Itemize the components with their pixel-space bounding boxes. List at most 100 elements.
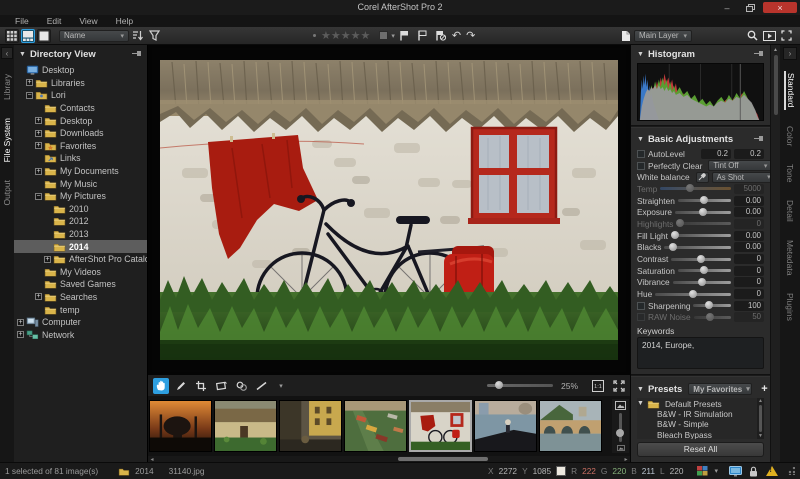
expand-plus-icon[interactable]: + xyxy=(35,167,42,175)
collapse-triangle-icon[interactable]: ▼ xyxy=(19,51,26,58)
straighten-slider[interactable] xyxy=(677,196,731,205)
tab-library[interactable]: Library xyxy=(2,74,12,100)
straighten-crop-tool-button[interactable] xyxy=(213,378,229,394)
sharpening-slider-knob[interactable] xyxy=(705,301,714,310)
perfectly-clear-checkbox[interactable] xyxy=(637,161,645,170)
autolevel-value-1[interactable]: 0.2 xyxy=(701,148,731,159)
tree-item-temp[interactable]: temp xyxy=(14,303,147,316)
tree-item-2012[interactable]: 2012 xyxy=(14,215,147,228)
contrast-slider-knob[interactable] xyxy=(697,254,706,263)
add-preset-button[interactable]: + xyxy=(761,383,767,395)
autolevel-value-2[interactable]: 0.2 xyxy=(734,148,764,159)
crop-tool-button[interactable] xyxy=(193,378,209,394)
pin-icon[interactable] xyxy=(754,134,764,145)
lock-status-button[interactable] xyxy=(747,465,760,477)
collapse-left-panel-button[interactable]: ‹ xyxy=(1,47,13,59)
preset-item-default-presets[interactable]: ▼ Default Presets xyxy=(637,398,764,409)
undo-button[interactable]: ↶ xyxy=(452,30,461,41)
expand-plus-icon[interactable]: + xyxy=(35,293,42,301)
tree-item-desktop[interactable]: Desktop xyxy=(14,64,147,77)
contrast-slider[interactable] xyxy=(671,254,731,263)
copy-settings-button[interactable] xyxy=(619,29,632,42)
grid-view-button[interactable] xyxy=(5,28,19,43)
collapse-triangle-icon[interactable]: ▼ xyxy=(637,386,644,393)
highlights-slider-knob[interactable] xyxy=(675,219,684,228)
flag-pick-button[interactable] xyxy=(398,29,411,42)
filmstrip-thumb-canal-market[interactable] xyxy=(344,400,407,452)
star-icon[interactable]: ★ xyxy=(331,30,341,42)
tab-tone[interactable]: Tone xyxy=(785,162,795,184)
star-icon[interactable]: ★ xyxy=(361,30,371,42)
tree-item-aftershot-pro-catalogs[interactable]: + AfterShot Pro Catalogs xyxy=(14,253,147,266)
preset-scrollbar[interactable]: ▲ ▼ xyxy=(757,398,764,440)
exposure-slider-knob[interactable] xyxy=(699,207,708,216)
collapse-triangle-icon[interactable]: ▼ xyxy=(637,51,644,58)
expand-plus-icon[interactable]: + xyxy=(35,129,42,137)
tree-item-libraries[interactable]: + Libraries xyxy=(14,77,147,90)
tree-item-my-pictures[interactable]: − My Pictures xyxy=(14,190,147,203)
color-label-swatch[interactable] xyxy=(379,31,389,40)
layer-selector-dropdown[interactable]: Main Layer ▾ xyxy=(634,29,692,42)
collapse-minus-icon[interactable]: − xyxy=(35,192,42,200)
actual-size-button[interactable]: 1:1 xyxy=(591,379,604,392)
collapse-triangle-icon[interactable]: ▼ xyxy=(637,136,644,143)
restore-button[interactable] xyxy=(740,2,760,13)
tab-detail[interactable]: Detail xyxy=(785,198,795,224)
temp-slider[interactable] xyxy=(660,184,731,193)
pin-icon[interactable] xyxy=(132,49,142,60)
tree-item-my-videos[interactable]: My Videos xyxy=(14,266,147,279)
straighten-slider-knob[interactable] xyxy=(700,196,709,205)
reset-all-button[interactable]: Reset All xyxy=(637,442,764,458)
scroll-down-arrow-icon[interactable]: ▼ xyxy=(758,433,763,439)
temp-slider-knob[interactable] xyxy=(685,184,694,193)
heal-clone-tool-button[interactable] xyxy=(233,378,249,394)
hue-value[interactable]: 0 xyxy=(734,289,764,300)
filter-button[interactable] xyxy=(148,29,161,42)
scroll-up-arrow-icon[interactable]: ▲ xyxy=(773,45,778,55)
tree-item-2013[interactable]: 2013 xyxy=(14,228,147,241)
monitor-calibration-button[interactable] xyxy=(729,465,742,477)
raw-noise-slider[interactable] xyxy=(693,312,731,321)
expand-plus-icon[interactable]: + xyxy=(17,318,24,326)
keywords-input[interactable]: 2014, Europe, xyxy=(637,337,764,370)
filmstrip-thumb-old-town-street[interactable] xyxy=(279,400,342,452)
filmstrip-thumb-stone-bridge[interactable] xyxy=(539,400,602,452)
tree-item-downloads[interactable]: + Downloads xyxy=(14,127,147,140)
raw-noise-value[interactable]: 50 xyxy=(734,312,764,323)
chevron-down-icon[interactable]: ▾ xyxy=(391,32,395,40)
expand-plus-icon[interactable]: + xyxy=(35,117,42,125)
single-image-view-button[interactable] xyxy=(37,28,51,43)
vibrance-value[interactable]: 0 xyxy=(734,277,764,288)
tab-metadata[interactable]: Metadata xyxy=(785,238,795,277)
filmstrip-scroll-handle[interactable] xyxy=(398,457,489,461)
hue-slider-knob[interactable] xyxy=(689,289,698,298)
straighten-value[interactable]: 0.00 xyxy=(734,195,764,206)
tree-item-2010[interactable]: 2010 xyxy=(14,203,147,216)
star-icon[interactable]: ★ xyxy=(321,30,331,42)
highlights-slider[interactable] xyxy=(675,219,731,228)
white-balance-eyedropper-button[interactable] xyxy=(695,171,709,183)
preset-item-b-w-ir-simulation[interactable]: B&W - IR Simulation xyxy=(637,409,764,419)
filmstrip-thumb-thatched-cottage[interactable] xyxy=(214,400,277,452)
sharpening-checkbox[interactable] xyxy=(637,301,645,310)
filmstrip-thumb-venice-gondola[interactable] xyxy=(474,400,537,452)
window-resize-grip[interactable] xyxy=(787,467,795,475)
preset-item-bleach-bypass[interactable]: Bleach Bypass xyxy=(637,429,764,440)
star-icon[interactable]: ★ xyxy=(341,30,351,42)
star-icon[interactable]: ★ xyxy=(351,30,361,42)
saturation-value[interactable]: 0 xyxy=(734,265,764,276)
menu-edit[interactable]: Edit xyxy=(38,16,71,26)
tree-item-contacts[interactable]: Contacts xyxy=(14,102,147,115)
expand-plus-icon[interactable]: + xyxy=(26,79,33,87)
right-scroll-handle[interactable] xyxy=(773,55,778,115)
expand-plus-icon[interactable]: + xyxy=(17,331,24,339)
soft-proofing-button[interactable] xyxy=(696,465,709,477)
minimize-button[interactable]: – xyxy=(717,2,737,13)
sort-direction-button[interactable] xyxy=(131,29,144,42)
preset-item-b-w-simple[interactable]: B&W - Simple xyxy=(637,419,764,429)
fill-light-slider[interactable] xyxy=(670,231,731,240)
white-balance-dropdown[interactable]: As Shot ▾ xyxy=(711,171,776,183)
chevron-down-icon[interactable]: ▾ xyxy=(714,467,718,475)
thumbnail-size-knob[interactable] xyxy=(616,428,624,437)
expand-plus-icon[interactable]: + xyxy=(35,142,42,150)
